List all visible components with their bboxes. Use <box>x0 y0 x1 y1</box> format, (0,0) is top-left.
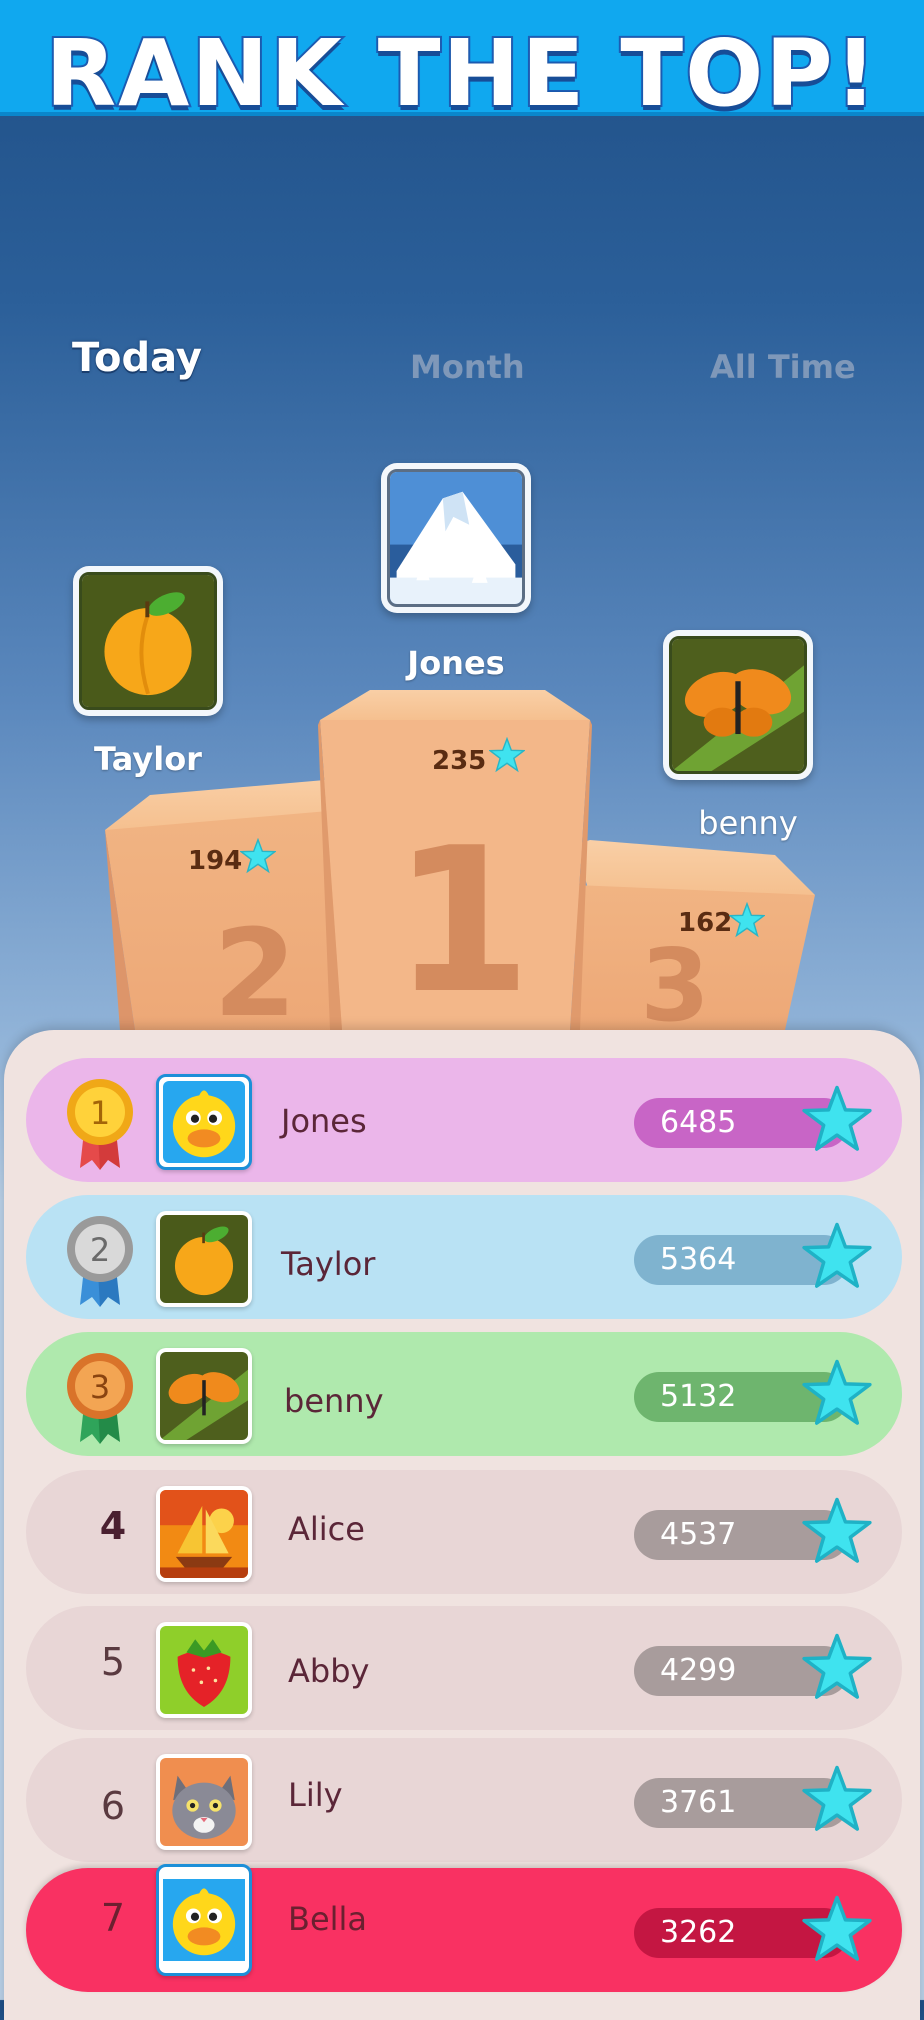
player-avatar <box>156 1864 252 1976</box>
svg-text:3: 3 <box>90 1368 110 1406</box>
strawberry-icon <box>160 1626 248 1714</box>
leaderboard-row-current-player[interactable]: 7 Bella 3262 <box>26 1864 902 1992</box>
podium-third-name: benny <box>698 804 798 842</box>
star-icon <box>240 838 276 874</box>
player-name: Abby <box>288 1652 370 1690</box>
player-score: 3761 <box>660 1785 737 1820</box>
podium-second-name: Taylor <box>94 740 202 778</box>
rank-number: 7 <box>100 1896 126 1940</box>
player-score: 5132 <box>660 1379 737 1414</box>
cat-icon <box>160 1758 248 1846</box>
bronze-medal-icon: 3 <box>67 1353 133 1444</box>
svg-text:1: 1 <box>90 1094 110 1132</box>
player-name: benny <box>284 1382 384 1420</box>
rank-number: 6 <box>100 1784 126 1828</box>
player-avatar <box>156 1622 252 1718</box>
player-avatar <box>156 1074 252 1170</box>
butterfly-icon <box>160 1352 248 1440</box>
podium-third-avatar[interactable] <box>663 630 813 780</box>
duck-icon <box>163 1081 245 1163</box>
sailboat-icon <box>160 1490 248 1578</box>
silver-medal-icon: 2 <box>67 1216 133 1307</box>
podium-number-3: 3 <box>640 927 710 1040</box>
star-icon <box>489 737 525 773</box>
podium-third-score: 162 <box>678 908 733 938</box>
player-score: 4299 <box>660 1653 737 1688</box>
player-name: Lily <box>288 1776 343 1814</box>
player-avatar <box>156 1211 252 1307</box>
leaderboard-row[interactable]: 3 benny 5132 <box>26 1332 902 1456</box>
podium-number-2: 2 <box>213 905 297 1040</box>
player-name: Jones <box>281 1102 367 1140</box>
star-icon <box>802 1497 872 1563</box>
snow-mountain-icon <box>387 469 525 607</box>
podium-number-1: 1 <box>392 805 531 1038</box>
leaderboard-row[interactable]: 1 Jones 6485 <box>26 1058 902 1182</box>
player-avatar <box>156 1348 252 1444</box>
player-name: Taylor <box>281 1245 376 1283</box>
peach-icon <box>160 1215 248 1303</box>
tab-today[interactable]: Today <box>72 335 202 381</box>
podium-second-avatar[interactable] <box>73 566 223 716</box>
leaderboard-row[interactable]: 4 Alice 4537 <box>26 1470 902 1594</box>
podium-first-score: 235 <box>432 746 487 776</box>
podium-first-name: Jones <box>407 644 505 682</box>
leaderboard-row[interactable]: 6 Lily 3761 <box>26 1738 902 1862</box>
player-name: Bella <box>288 1900 368 1938</box>
podium-first-avatar[interactable] <box>381 463 531 613</box>
duck-icon <box>163 1871 245 1969</box>
player-score: 4537 <box>660 1517 737 1552</box>
tab-all-time[interactable]: All Time <box>710 348 856 386</box>
star-icon <box>802 1085 872 1151</box>
star-icon <box>729 902 765 938</box>
podium-second-score: 194 <box>188 846 243 876</box>
gold-medal-icon: 1 <box>67 1079 133 1170</box>
player-score: 5364 <box>660 1242 737 1277</box>
butterfly-icon <box>669 636 807 774</box>
star-icon <box>802 1895 872 1961</box>
leaderboard-row[interactable]: 2 Taylor 5364 <box>26 1195 902 1319</box>
player-avatar <box>156 1486 252 1582</box>
player-score: 6485 <box>660 1105 737 1140</box>
leaderboard-row[interactable]: 5 Abby 4299 <box>26 1606 902 1730</box>
leaderboard-panel[interactable]: 1 Jones 6485 2 Taylor 5364 3 benny 5132 … <box>4 1030 920 2020</box>
player-name: Alice <box>288 1510 365 1548</box>
star-icon <box>802 1359 872 1425</box>
podium-first-top <box>320 690 590 720</box>
peach-icon <box>79 572 217 710</box>
player-score: 3262 <box>660 1915 737 1950</box>
rank-number: 4 <box>99 1504 127 1548</box>
page-title: RANK THE TOP! <box>43 20 879 127</box>
svg-text:2: 2 <box>90 1231 110 1269</box>
tab-month[interactable]: Month <box>410 348 525 386</box>
player-avatar <box>156 1754 252 1850</box>
star-icon <box>802 1633 872 1699</box>
rank-number: 5 <box>100 1640 126 1684</box>
star-icon <box>802 1765 872 1831</box>
star-icon <box>802 1222 872 1288</box>
